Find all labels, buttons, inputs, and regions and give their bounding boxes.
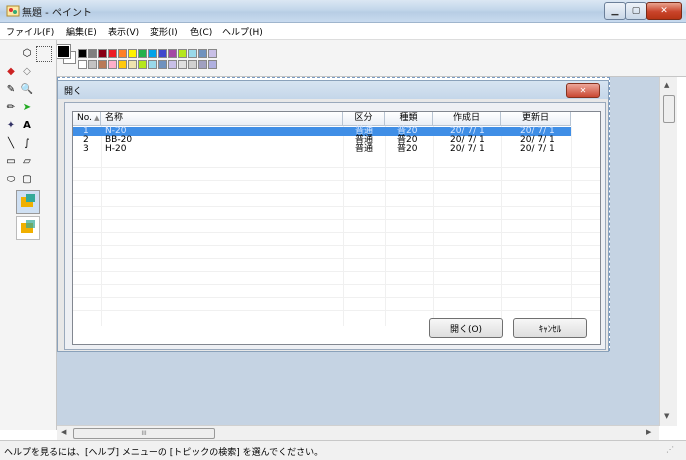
foreground-color-swatch[interactable] [56,44,71,59]
transparent-option-icon[interactable] [16,216,40,240]
palette-swatch[interactable] [208,49,217,58]
polygon-icon[interactable]: ▱ [20,154,34,168]
maximize-button[interactable]: ▢ [625,2,647,20]
col-header-kubun[interactable]: 区分 [343,112,385,126]
palette-swatch[interactable] [108,49,117,58]
menu-image[interactable]: 変形(I) [150,25,178,38]
palette-swatch[interactable] [108,60,117,69]
menu-edit[interactable]: 編集(E) [66,25,97,38]
status-text: ヘルプを見るには、[ヘルプ] メニューの [トピックの検索] を選んでください。 [4,448,324,458]
palette-swatch[interactable] [78,49,87,58]
file-list[interactable]: No. ▲ 名称 区分 種類 作成日 更新日 1 N-20 普通 普20 20/… [72,111,601,345]
airbrush-icon[interactable]: ✦ [4,118,18,132]
color-palette-bar [0,40,686,77]
scroll-down-icon[interactable]: ▼ [664,412,669,420]
scroll-up-icon[interactable]: ▲ [664,81,669,89]
curve-icon[interactable]: ∫ [20,136,34,150]
toolbox: ⬡ ◆ ◇ ✎ 🔍 ✏ ➤ ✦ A ╲ ∫ ▭ ▱ ⬭ ▢ [0,40,57,430]
palette-swatch[interactable] [168,60,177,69]
row-updated: 20/ 7/ 1 [520,144,555,154]
palette-swatch[interactable] [148,60,157,69]
fill-icon[interactable]: ◇ [20,64,34,78]
brush-icon[interactable]: ➤ [20,100,34,114]
menu-file[interactable]: ファイル(F) [6,25,54,38]
title-bar: 無題 - ペイント ▁ ▢ ✕ [0,0,686,23]
close-button[interactable]: ✕ [646,2,682,20]
pencil-icon[interactable]: ✏ [4,100,18,114]
palette-swatch[interactable] [88,60,97,69]
vertical-scroll-thumb[interactable] [663,95,675,123]
table-row[interactable]: 1 N-20 普通 普20 20/ 7/ 1 20/ 7/ 1 [73,127,571,136]
col-header-created[interactable]: 作成日 [433,112,501,126]
palette-swatch[interactable] [158,60,167,69]
palette-swatch[interactable] [88,49,97,58]
text-icon[interactable]: A [20,118,34,132]
menu-color[interactable]: 色(C) [190,25,212,38]
rectangle-icon[interactable]: ▭ [4,154,18,168]
palette-swatch[interactable] [128,60,137,69]
dialog-title-bar: 開く ✕ [58,81,608,99]
eraser-icon[interactable]: ◆ [4,64,18,78]
table-row[interactable]: 3 H-20 普通 普20 20/ 7/ 1 20/ 7/ 1 [73,145,571,154]
palette-swatch[interactable] [208,60,217,69]
magnifier-icon[interactable]: 🔍 [20,82,34,96]
current-colors[interactable] [56,44,76,64]
palette-swatch[interactable] [78,60,87,69]
picker-icon[interactable]: ✎ [4,82,18,96]
horizontal-scroll-thumb[interactable]: III [73,428,215,439]
scroll-left-icon[interactable]: ◀ [61,428,66,436]
rect-select-icon[interactable] [36,46,52,62]
row-kubun: 普通 [355,144,374,154]
palette-swatch[interactable] [188,49,197,58]
menu-bar: ファイル(F) 編集(E) 表示(V) 変形(I) 色(C) ヘルプ(H) [0,23,686,40]
palette-swatch[interactable] [118,49,127,58]
palette-swatch[interactable] [138,60,147,69]
col-header-shurui[interactable]: 種類 [385,112,433,126]
row-name: H-20 [105,144,127,154]
palette-swatch[interactable] [158,49,167,58]
vertical-scrollbar[interactable]: ▲ ▼ [659,77,677,426]
palette-swatch[interactable] [148,49,157,58]
palette-swatch[interactable] [178,60,187,69]
col-header-name[interactable]: 名称 [101,112,343,126]
dialog-title: 開く [64,87,83,97]
palette-swatch[interactable] [128,49,137,58]
open-dialog: 開く ✕ No. ▲ 名称 区分 種類 作成日 更新日 1 N-20 普通 普2… [57,80,609,352]
palette-row-bottom [78,60,217,69]
open-button[interactable]: 開く(O) [429,318,503,338]
palette-swatch[interactable] [118,60,127,69]
palette-swatch[interactable] [198,60,207,69]
window-title: 無題 - ペイント [22,8,92,19]
table-row[interactable]: 2 BB-20 普通 普20 20/ 7/ 1 20/ 7/ 1 [73,136,571,145]
minimize-button[interactable]: ▁ [604,2,626,20]
scroll-right-icon[interactable]: ▶ [646,428,651,436]
line-icon[interactable]: ╲ [4,136,18,150]
resize-grip-icon[interactable]: ⋰ [666,445,674,454]
palette-swatch[interactable] [98,49,107,58]
row-created: 20/ 7/ 1 [450,144,485,154]
palette-swatch[interactable] [168,49,177,58]
cancel-button[interactable]: ｷｬﾝｾﾙ [513,318,587,338]
horizontal-scrollbar[interactable]: ◀ III ▶ [57,425,659,440]
paint-app-icon [6,4,20,18]
ellipse-icon[interactable]: ⬭ [4,172,18,186]
menu-help[interactable]: ヘルプ(H) [222,25,263,38]
dialog-close-button[interactable]: ✕ [566,83,600,98]
palette-row-top [78,49,217,58]
rounded-rect-icon[interactable]: ▢ [20,172,34,186]
col-header-no[interactable]: No. ▲ [73,112,101,126]
row-shurui: 普20 [397,144,418,154]
palette-swatch[interactable] [178,49,187,58]
row-no: 3 [83,144,89,154]
menu-view[interactable]: 表示(V) [108,25,139,38]
palette-swatch[interactable] [188,60,197,69]
opaque-option-icon[interactable] [16,190,40,214]
free-select-icon[interactable]: ⬡ [20,46,34,60]
col-header-updated[interactable]: 更新日 [501,112,571,126]
palette-swatch[interactable] [98,60,107,69]
status-bar: ヘルプを見るには、[ヘルプ] メニューの [トピックの検索] を選んでください。… [0,440,686,460]
palette-swatch[interactable] [198,49,207,58]
palette-swatch[interactable] [138,49,147,58]
